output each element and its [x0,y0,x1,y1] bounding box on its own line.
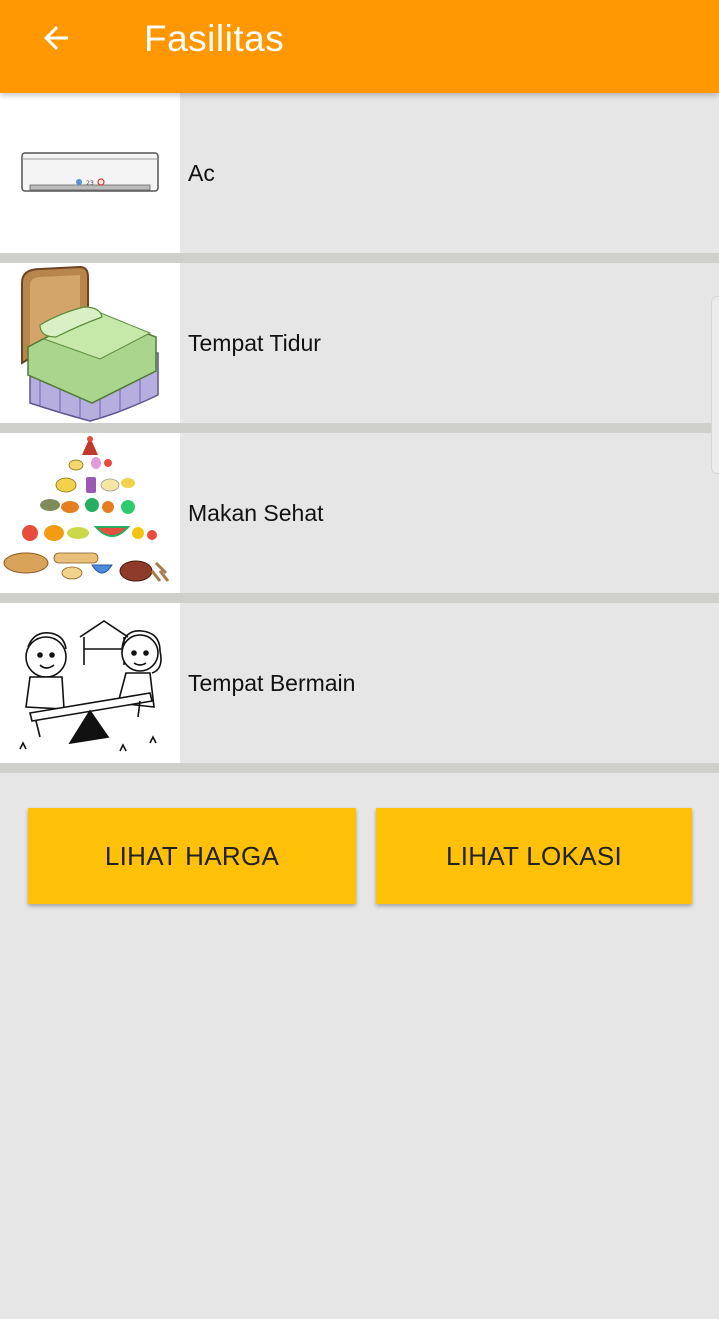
svg-text:23: 23 [86,180,94,187]
food-pyramid-image [0,433,180,593]
list-item-ac[interactable]: 23 Ac [0,93,719,263]
air-conditioner-image: 23 [0,93,180,253]
bed-image [0,263,180,423]
playground-kids-image [0,603,180,763]
list-item-playground[interactable]: Tempat Bermain [0,603,719,773]
facility-label: Makan Sehat [188,499,324,526]
arrow-back-icon [44,26,68,50]
facility-list: 23 Ac Tempat Tidur Makan Sehat Tempat Be… [0,93,719,773]
list-item-food[interactable]: Makan Sehat [0,433,719,603]
scrollbar[interactable] [711,296,719,474]
lihat-lokasi-button[interactable]: LIHAT LOKASI [376,808,692,904]
lihat-harga-button[interactable]: LIHAT HARGA [28,808,356,904]
facility-label: Ac [188,159,215,186]
facility-label: Tempat Bermain [188,669,356,696]
back-button[interactable] [28,14,84,62]
list-item-bed[interactable]: Tempat Tidur [0,263,719,433]
facility-label: Tempat Tidur [188,329,321,356]
app-bar: Fasilitas [0,0,719,93]
page-title: Fasilitas [144,18,285,59]
